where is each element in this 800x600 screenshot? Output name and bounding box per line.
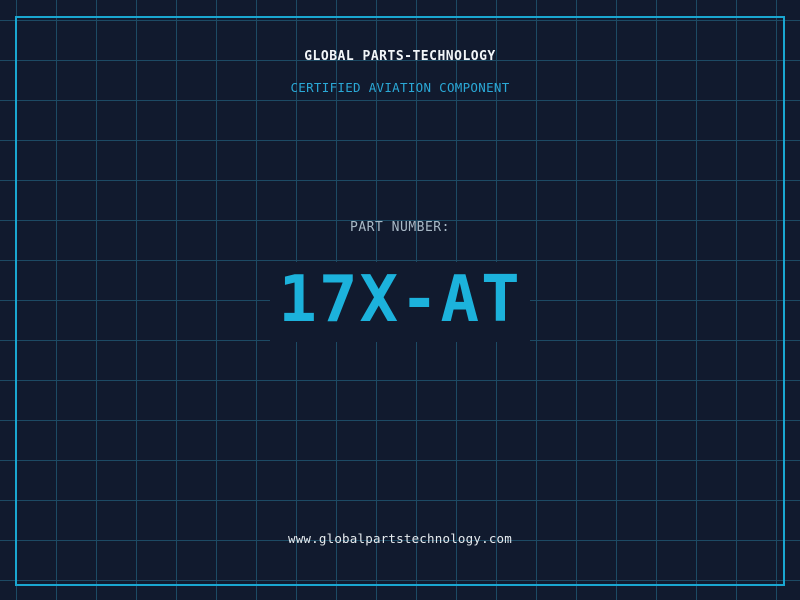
part-number-label: PART NUMBER: [350,220,450,235]
part-number-container: 17X-AT [0,262,800,342]
website-url: www.globalpartstechnology.com [287,531,513,546]
part-number-value: 17X-AT [270,262,530,342]
tagline: CERTIFIED AVIATION COMPONENT [290,80,510,95]
brand-name: GLOBAL PARTS-TECHNOLOGY [304,49,496,64]
